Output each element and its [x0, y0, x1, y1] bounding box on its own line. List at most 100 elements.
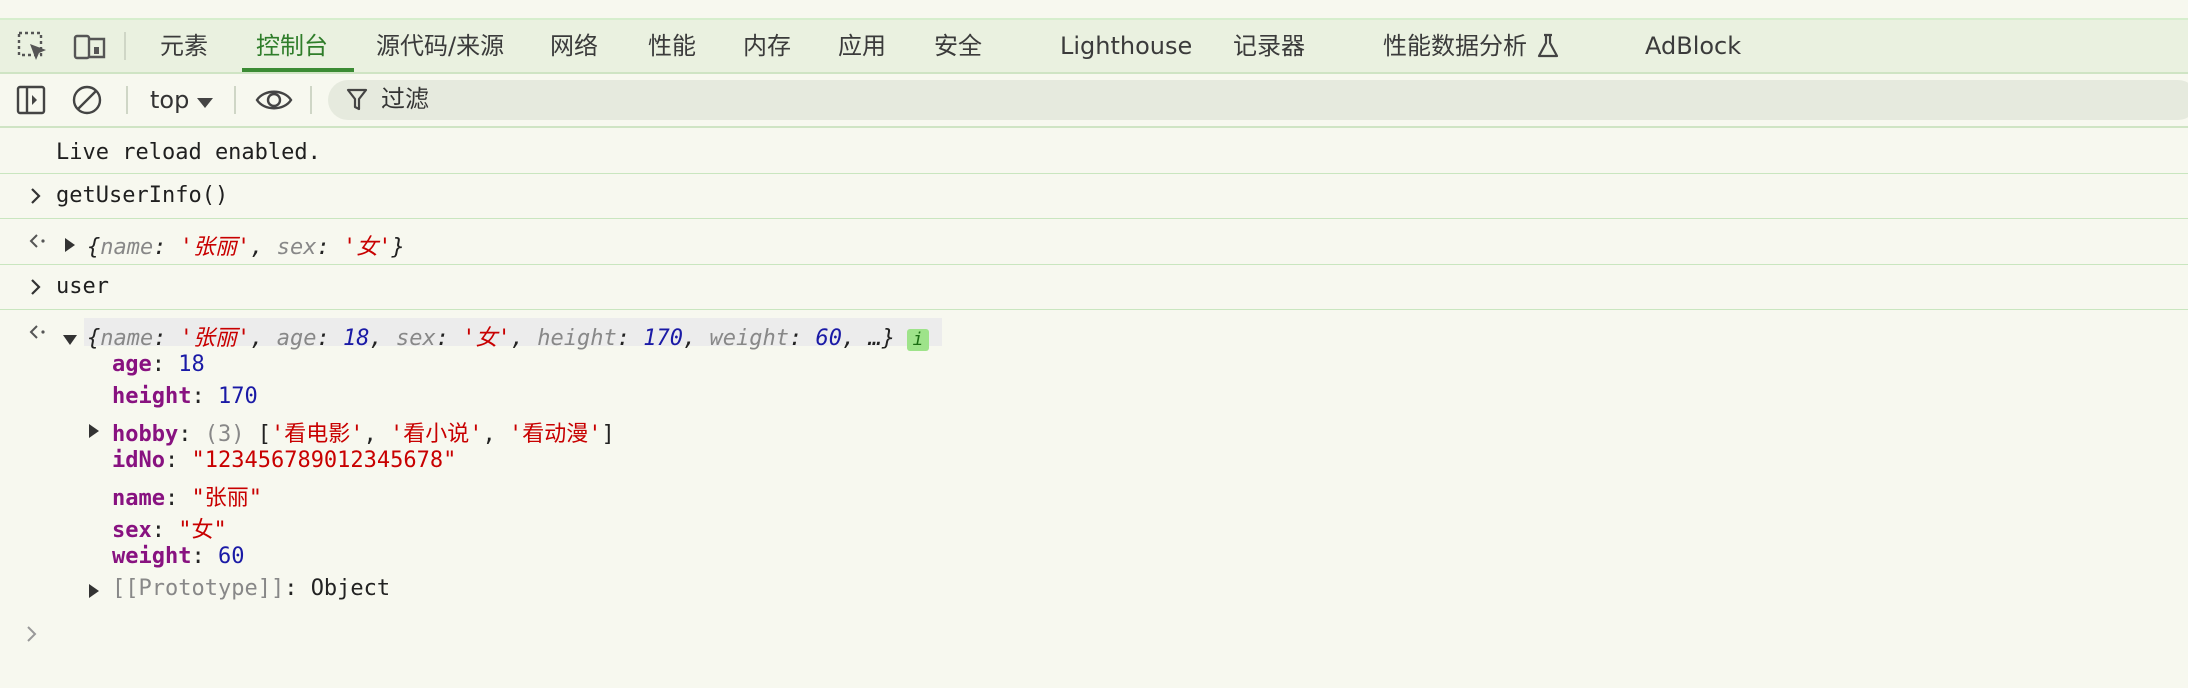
brace: }	[391, 235, 405, 260]
property-age: age: 18	[112, 352, 205, 377]
console-input-line[interactable]: user	[0, 265, 2188, 310]
comma: ,	[510, 326, 538, 351]
tab-elements[interactable]: 元素	[160, 20, 208, 72]
value-age: 18	[342, 326, 370, 351]
tab-recorder[interactable]: 记录器	[1233, 20, 1305, 72]
toolbar-divider	[124, 32, 126, 60]
property-height: height: 170	[112, 384, 258, 409]
tab-console[interactable]: 控制台	[256, 20, 328, 72]
comma: ,	[369, 326, 396, 351]
clear-console-icon[interactable]	[70, 83, 104, 117]
context-selector[interactable]: top	[150, 74, 189, 126]
comma: ,	[482, 422, 509, 447]
value-name: '张丽'	[179, 235, 251, 260]
prop-value: 60	[217, 544, 245, 569]
comma: ,	[841, 326, 869, 351]
active-tab-indicator	[242, 68, 354, 72]
input-command: getUserInfo()	[56, 183, 229, 208]
ellipsis: …}	[868, 326, 895, 351]
colon: :	[153, 235, 180, 260]
tab-lighthouse[interactable]: Lighthouse	[1060, 20, 1192, 72]
colon: :	[284, 576, 311, 601]
key-weight: weight	[709, 326, 789, 351]
value-weight: 60	[815, 326, 842, 351]
brace: {	[87, 235, 101, 260]
prop-key: sex	[112, 518, 152, 543]
return-arrow-icon	[28, 322, 48, 347]
tab-network[interactable]: 网络	[550, 20, 598, 72]
console-result-line[interactable]: {name: '张丽', sex: '女'}	[0, 219, 2188, 265]
prop-value: 18	[178, 352, 205, 377]
prop-key: age	[112, 352, 152, 377]
colon: :	[616, 326, 644, 351]
triangle-right-icon[interactable]	[64, 234, 76, 259]
colon: :	[164, 486, 192, 511]
prop-value: "张丽"	[191, 486, 262, 511]
filter-placeholder: 过滤	[381, 86, 429, 113]
filter-input[interactable]: 过滤	[328, 80, 2188, 120]
sidebar-toggle-icon[interactable]	[15, 83, 49, 117]
filter-icon	[346, 87, 368, 117]
colon: :	[316, 326, 343, 351]
tab-performance[interactable]: 性能	[648, 20, 696, 72]
colon: :	[178, 422, 205, 447]
brace: {	[87, 326, 101, 351]
tab-application[interactable]: 应用	[838, 20, 886, 72]
triangle-right-icon[interactable]	[88, 580, 100, 605]
console-message: Live reload enabled.	[0, 128, 2188, 174]
tab-memory[interactable]: 内存	[743, 20, 791, 72]
tab-performance-insights[interactable]: 性能数据分析	[1383, 20, 1527, 72]
property-weight: weight: 60	[112, 544, 244, 569]
prop-key: weight	[112, 544, 192, 569]
tab-security[interactable]: 安全	[934, 20, 982, 72]
prop-value: Object	[310, 576, 391, 601]
tab-sources[interactable]: 源代码/来源	[376, 20, 504, 72]
colon: :	[151, 518, 179, 543]
colon: :	[164, 448, 192, 473]
array-count: (3)	[204, 422, 245, 447]
key-name: name	[100, 326, 154, 351]
value-sex: '女'	[462, 326, 511, 351]
property-prototype[interactable]: [[Prototype]]: Object	[112, 576, 390, 601]
triangle-right-icon[interactable]	[88, 420, 100, 445]
device-toolbar-icon[interactable]	[72, 30, 106, 64]
prop-value: 170	[217, 384, 258, 409]
eye-icon[interactable]	[254, 83, 294, 117]
return-arrow-icon	[28, 231, 48, 256]
input-command: user	[56, 274, 109, 299]
array-item: '看动漫'	[508, 422, 602, 447]
bracket: ]	[601, 422, 615, 447]
console-input-line[interactable]: getUserInfo()	[0, 174, 2188, 219]
prop-key: hobby	[112, 422, 179, 447]
log-text: Live reload enabled.	[56, 140, 321, 165]
object-preview[interactable]: {name: '张丽', age: 18, sex: '女', height: …	[87, 320, 929, 352]
flask-icon	[1534, 32, 1568, 66]
colon: :	[153, 326, 180, 351]
info-badge[interactable]: i	[906, 329, 929, 351]
property-hobby[interactable]: hobby: (3) ['看电影', '看小说', '看动漫']	[112, 416, 615, 448]
colon: :	[435, 326, 463, 351]
comma: ,	[363, 422, 390, 447]
bracket: [	[244, 422, 271, 447]
key-sex: sex	[276, 235, 317, 260]
chevron-right-icon	[30, 277, 42, 302]
colon: :	[316, 235, 343, 260]
prop-value: "女"	[178, 518, 227, 543]
prop-key: height	[112, 384, 192, 409]
property-sex: sex: "女"	[112, 512, 227, 544]
toolbar-divider	[310, 86, 312, 114]
object-preview[interactable]: {name: '张丽', sex: '女'}	[87, 229, 405, 261]
key-sex: sex	[395, 326, 436, 351]
triangle-down-icon[interactable]	[62, 327, 78, 352]
comma: ,	[682, 326, 710, 351]
console-toolbar: top 过滤	[0, 74, 2188, 128]
tab-adblock[interactable]: AdBlock	[1645, 20, 1741, 72]
inspect-element-icon[interactable]	[16, 30, 50, 64]
property-name: name: "张丽"	[112, 480, 262, 512]
console-prompt-chevron-icon[interactable]	[26, 624, 38, 649]
array-item: '看电影'	[270, 422, 364, 447]
value-sex: '女'	[342, 235, 392, 260]
toolbar-divider	[234, 86, 236, 114]
prop-value: "123456789012345678"	[191, 448, 457, 473]
caret-down-icon[interactable]	[196, 94, 214, 113]
